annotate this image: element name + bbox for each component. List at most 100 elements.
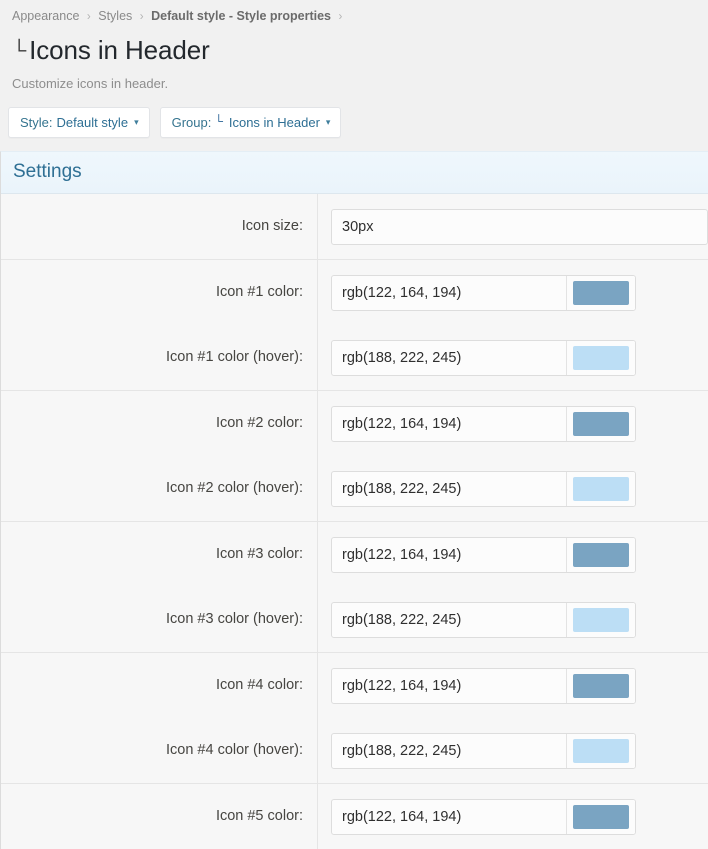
icon-3-color-hover-input[interactable]: rgb(188, 222, 245) [332, 603, 566, 637]
icon-1-color-hover-input[interactable]: rgb(188, 222, 245) [332, 341, 566, 375]
icon-4-color-hover-field[interactable]: rgb(188, 222, 245) [331, 733, 636, 769]
field-label-cell: Icon #3 color: [1, 522, 318, 587]
field-input-cell: rgb(188, 222, 245) [318, 340, 708, 376]
icon-1-color-swatch-button[interactable] [566, 276, 635, 310]
page-title-text: Icons in Header [29, 35, 210, 65]
color-swatch-icon [573, 805, 629, 829]
field-input-cell: rgb(188, 222, 245) [318, 602, 708, 638]
settings-group: Icon #1 color:rgb(122, 164, 194)Icon #1 … [1, 260, 708, 391]
field-row-icon-5-color: Icon #5 color: rgb(122, 164, 194) [1, 784, 708, 849]
icon-3-color-hover-field[interactable]: rgb(188, 222, 245) [331, 602, 636, 638]
field-label-cell: Icon #4 color: [1, 653, 318, 718]
icon-2-color-hover-input[interactable]: rgb(188, 222, 245) [332, 472, 566, 506]
field-row-icon-3-color-hover: Icon #3 color (hover): rgb(188, 222, 245) [1, 587, 708, 652]
field-label-icon-1-color: Icon #1 color: [216, 283, 303, 302]
chevron-down-icon: ▾ [134, 114, 139, 131]
field-row-icon-1-color-hover: Icon #1 color (hover): rgb(188, 222, 245) [1, 325, 708, 390]
tree-branch-icon: └ [12, 40, 29, 62]
icon-5-color-swatch-button[interactable] [566, 800, 635, 834]
field-label-icon-size: Icon size: [242, 217, 303, 236]
icon-1-color-input[interactable]: rgb(122, 164, 194) [332, 276, 566, 310]
settings-panel-header: Settings [1, 152, 708, 194]
group-dropdown-label: Group: [172, 114, 212, 131]
field-label-icon-2-color: Icon #2 color: [216, 414, 303, 433]
field-row-icon-2-color-hover: Icon #2 color (hover): rgb(188, 222, 245) [1, 456, 708, 521]
field-input-cell: rgb(188, 222, 245) [318, 733, 708, 769]
settings-panel-body: Icon size: 30px Icon #1 color: rgb(122, 164… [1, 194, 708, 849]
field-row-icon-3-color: Icon #3 color: rgb(122, 164, 194) [1, 522, 708, 587]
settings-group: Icon #2 color:rgb(122, 164, 194)Icon #2 … [1, 391, 708, 522]
settings-group: Icon #3 color:rgb(122, 164, 194)Icon #3 … [1, 522, 708, 653]
field-label-cell: Icon #3 color (hover): [1, 587, 318, 652]
breadcrumb-item-appearance[interactable]: Appearance [12, 9, 79, 23]
icon-3-color-hover-swatch-button[interactable] [566, 603, 635, 637]
icon-size-input[interactable]: 30px [331, 209, 708, 245]
settings-group: Icon #5 color: rgb(122, 164, 194) [1, 784, 708, 849]
icon-5-color-input[interactable]: rgb(122, 164, 194) [332, 800, 566, 834]
page-title: └Icons in Header [0, 34, 708, 69]
tree-branch-icon: └ [211, 113, 225, 130]
icon-5-color-field[interactable]: rgb(122, 164, 194) [331, 799, 636, 835]
field-label-cell: Icon size: [1, 194, 318, 259]
style-dropdown-label: Style: [20, 114, 53, 131]
settings-group: Icon size: 30px [1, 194, 708, 260]
color-swatch-icon [573, 739, 629, 763]
icon-4-color-swatch-button[interactable] [566, 669, 635, 703]
breadcrumb-separator-icon: › [83, 11, 95, 23]
field-label-cell: Icon #5 color: [1, 784, 318, 849]
icon-2-color-field[interactable]: rgb(122, 164, 194) [331, 406, 636, 442]
field-label-icon-4-color-hover: Icon #4 color (hover): [166, 741, 303, 760]
style-dropdown-value: Default style [53, 114, 129, 131]
field-row-icon-4-color-hover: Icon #4 color (hover): rgb(188, 222, 245) [1, 718, 708, 783]
field-input-cell: rgb(122, 164, 194) [318, 668, 708, 704]
icon-4-color-hover-input[interactable]: rgb(188, 222, 245) [332, 734, 566, 768]
page-description: Customize icons in header. [0, 69, 708, 93]
field-label-cell: Icon #4 color (hover): [1, 718, 318, 783]
icon-2-color-swatch-button[interactable] [566, 407, 635, 441]
breadcrumb-item-current[interactable]: Default style - Style properties [151, 9, 331, 23]
field-row-icon-2-color: Icon #2 color: rgb(122, 164, 194) [1, 391, 708, 456]
breadcrumb-separator-icon: › [136, 11, 148, 23]
breadcrumb-separator-icon: › [335, 11, 347, 23]
field-label-icon-2-color-hover: Icon #2 color (hover): [166, 479, 303, 498]
field-label-icon-1-color-hover: Icon #1 color (hover): [166, 348, 303, 367]
field-label-cell: Icon #2 color (hover): [1, 456, 318, 521]
field-input-cell: rgb(122, 164, 194) [318, 275, 708, 311]
icon-1-color-field[interactable]: rgb(122, 164, 194) [331, 275, 636, 311]
page-top-area: Appearance › Styles › Default style - St… [0, 0, 708, 151]
field-input-cell: rgb(122, 164, 194) [318, 537, 708, 573]
color-swatch-icon [573, 412, 629, 436]
field-input-cell: rgb(122, 164, 194) [318, 799, 708, 835]
field-row-icon-size: Icon size: 30px [1, 194, 708, 259]
color-swatch-icon [573, 608, 629, 632]
field-row-icon-4-color: Icon #4 color: rgb(122, 164, 194) [1, 653, 708, 718]
icon-3-color-swatch-button[interactable] [566, 538, 635, 572]
color-swatch-icon [573, 281, 629, 305]
group-dropdown[interactable]: Group: └ Icons in Header ▾ [160, 107, 342, 138]
field-label-icon-3-color: Icon #3 color: [216, 545, 303, 564]
icon-4-color-hover-swatch-button[interactable] [566, 734, 635, 768]
icon-3-color-input[interactable]: rgb(122, 164, 194) [332, 538, 566, 572]
style-dropdown[interactable]: Style: Default style ▾ [8, 107, 150, 138]
color-swatch-icon [573, 346, 629, 370]
field-input-cell: rgb(188, 222, 245) [318, 471, 708, 507]
icon-2-color-input[interactable]: rgb(122, 164, 194) [332, 407, 566, 441]
field-label-icon-3-color-hover: Icon #3 color (hover): [166, 610, 303, 629]
chevron-down-icon: ▾ [326, 114, 331, 131]
icon-2-color-hover-swatch-button[interactable] [566, 472, 635, 506]
icon-4-color-field[interactable]: rgb(122, 164, 194) [331, 668, 636, 704]
breadcrumb: Appearance › Styles › Default style - St… [0, 7, 708, 26]
field-row-icon-1-color: Icon #1 color: rgb(122, 164, 194) [1, 260, 708, 325]
breadcrumb-item-styles[interactable]: Styles [98, 9, 132, 23]
settings-group: Icon #4 color:rgb(122, 164, 194)Icon #4 … [1, 653, 708, 784]
color-swatch-icon [573, 477, 629, 501]
icon-2-color-hover-field[interactable]: rgb(188, 222, 245) [331, 471, 636, 507]
icon-3-color-field[interactable]: rgb(122, 164, 194) [331, 537, 636, 573]
icon-1-color-hover-field[interactable]: rgb(188, 222, 245) [331, 340, 636, 376]
toolbar: Style: Default style ▾ Group: └ Icons in… [0, 93, 708, 151]
icon-1-color-hover-swatch-button[interactable] [566, 341, 635, 375]
color-swatch-icon [573, 543, 629, 567]
icon-4-color-input[interactable]: rgb(122, 164, 194) [332, 669, 566, 703]
field-label-cell: Icon #1 color (hover): [1, 325, 318, 390]
settings-panel-title: Settings [13, 161, 82, 182]
